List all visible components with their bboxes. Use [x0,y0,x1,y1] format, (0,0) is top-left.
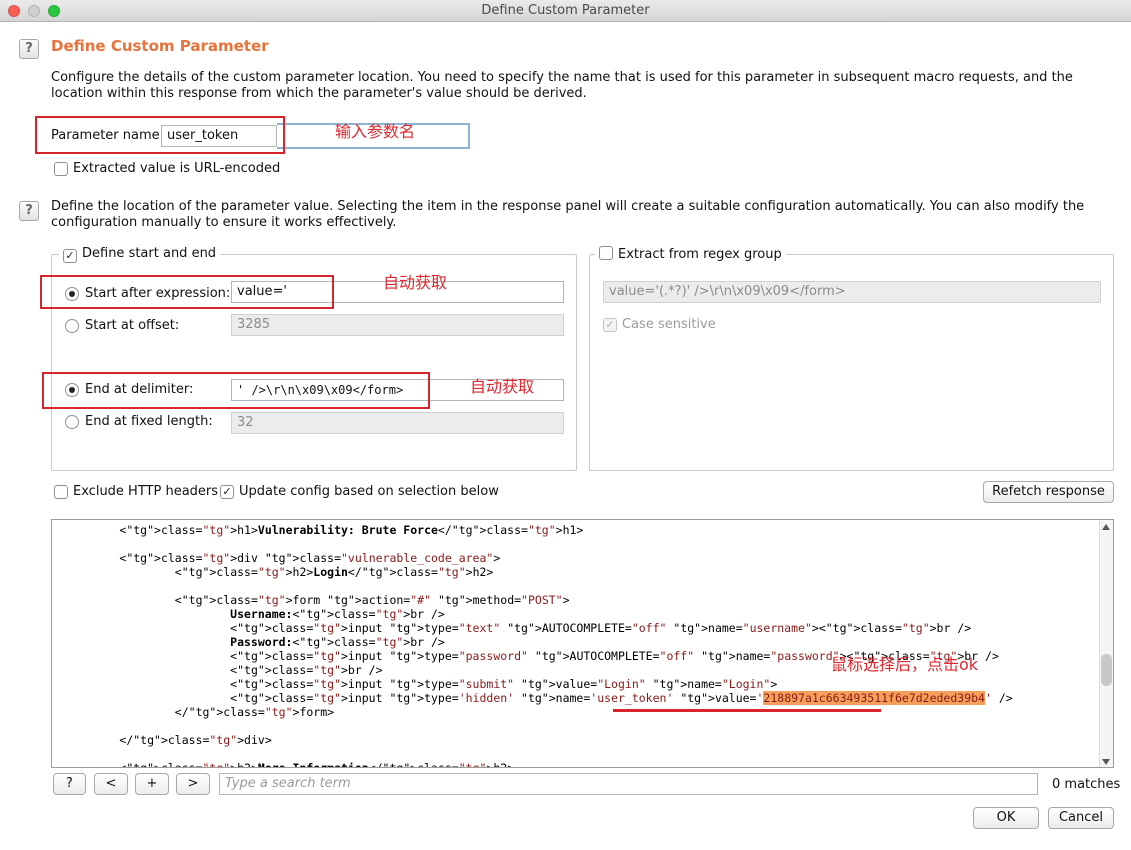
minimize-window-button[interactable] [28,5,40,17]
selected-token[interactable]: 218897a1c663493511f6e7d2eded39b4 [763,691,985,705]
start-offset-label: Start at offset: [85,318,180,333]
start-offset-radio[interactable] [65,319,79,333]
zoom-window-button[interactable] [48,5,60,17]
exclude-headers-label: Exclude HTTP headers [73,484,219,499]
update-config-checkbox[interactable]: ✓ [220,485,234,499]
end-fixed-label: End at fixed length: [85,414,213,429]
response-code[interactable]: <"tg">class="tg">h1>Vulnerability: Brute… [52,520,1012,767]
annotation-select: 鼠标选择后，点击ok [831,655,979,674]
url-encoded-checkbox[interactable] [54,162,68,176]
case-sensitive-label: Case sensitive [622,317,716,332]
annotation-end: 自动获取 [470,377,535,396]
define-start-end-label: Define start and end [82,246,217,261]
dialog-content: ? Define Custom Parameter Configure the … [0,22,1131,850]
search-match-count: 0 matches [1052,777,1121,792]
refetch-response-button[interactable]: Refetch response [983,481,1114,503]
search-input[interactable]: Type a search term [219,773,1038,795]
help-button[interactable]: ? [19,39,39,59]
scroll-thumb[interactable] [1101,654,1112,686]
end-fixed-radio[interactable] [65,415,79,429]
define-start-end-checkbox[interactable]: ✓ [63,249,77,263]
url-encoded-label: Extracted value is URL-encoded [73,161,281,176]
start-offset-input[interactable]: 3285 [231,314,564,336]
close-window-button[interactable] [8,5,20,17]
exclude-headers-checkbox[interactable] [54,485,68,499]
location-help-button[interactable]: ? [19,201,39,221]
annotation-parameter-name: 输入参数名 [335,122,416,141]
response-scrollbar[interactable] [1099,520,1113,767]
search-previous-button[interactable]: < [94,773,128,795]
title-bar: Define Custom Parameter [0,0,1131,22]
regex-label: Extract from regex group [618,247,782,262]
highlight-box [42,372,430,409]
highlight-box [35,116,285,154]
dialog-heading: Define Custom Parameter [51,37,269,55]
scroll-up-arrow-icon[interactable] [1102,524,1110,530]
highlight-box [40,275,334,309]
ok-button[interactable]: OK [973,807,1039,829]
annotation-start: 自动获取 [383,273,448,292]
end-fixed-input[interactable]: 32 [231,412,564,434]
regex-legend: Extract from regex group [595,246,786,263]
case-sensitive-checkbox[interactable]: ✓ [603,318,617,332]
search-add-button[interactable]: + [135,773,169,795]
start-end-legend: ✓ Define start and end [59,246,221,263]
window-title: Define Custom Parameter [481,3,650,18]
cancel-button[interactable]: Cancel [1048,807,1114,829]
search-next-button[interactable]: > [176,773,210,795]
response-panel[interactable]: <"tg">class="tg">h1>Vulnerability: Brute… [51,519,1114,768]
regex-checkbox[interactable] [599,246,613,260]
search-help-button[interactable]: ? [53,773,86,795]
dialog-description: Configure the details of the custom para… [51,70,1073,101]
selection-underline [613,709,881,712]
regex-input[interactable]: value='(.*?)' />\r\n\x09\x09</form> [603,281,1101,303]
location-description: Define the location of the parameter val… [51,199,1085,230]
scroll-down-arrow-icon[interactable] [1102,759,1110,765]
update-config-label: Update config based on selection below [239,484,499,499]
